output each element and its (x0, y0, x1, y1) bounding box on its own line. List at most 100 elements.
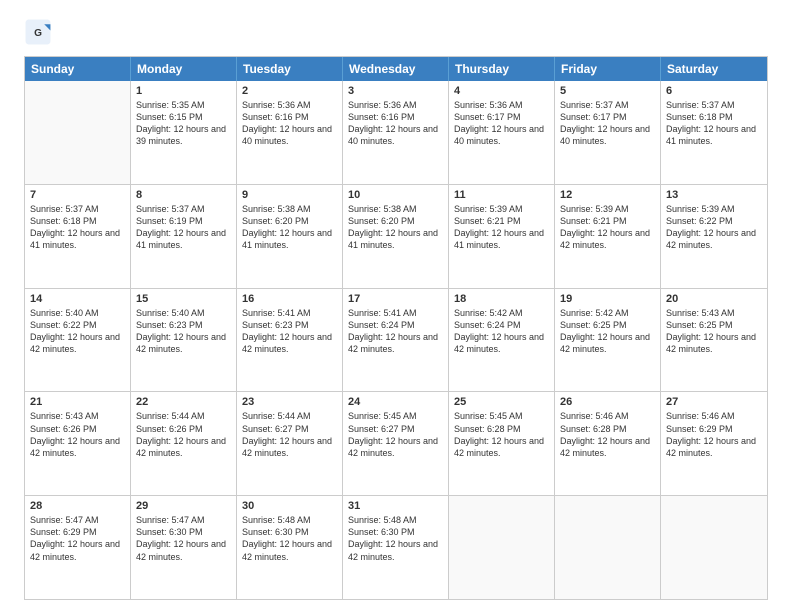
day-number: 25 (454, 396, 549, 408)
day-number: 13 (666, 189, 762, 201)
day-details: Sunrise: 5:41 AMSunset: 6:23 PMDaylight:… (242, 307, 337, 356)
day-number: 23 (242, 396, 337, 408)
empty-cell-4-5 (555, 496, 661, 599)
logo-icon: G (24, 18, 52, 46)
day-details: Sunrise: 5:36 AMSunset: 6:17 PMDaylight:… (454, 99, 549, 148)
logo: G (24, 18, 56, 46)
day-details: Sunrise: 5:39 AMSunset: 6:21 PMDaylight:… (454, 203, 549, 252)
week-row-1: 1Sunrise: 5:35 AMSunset: 6:15 PMDaylight… (25, 81, 767, 185)
day-number: 31 (348, 500, 443, 512)
day-cell-16: 16Sunrise: 5:41 AMSunset: 6:23 PMDayligh… (237, 289, 343, 392)
day-number: 6 (666, 85, 762, 97)
day-number: 22 (136, 396, 231, 408)
day-number: 26 (560, 396, 655, 408)
day-cell-2: 2 Sunrise: 5:36 AMSunset: 6:16 PMDaylight… (237, 81, 343, 184)
day-cell-14: 14 Sunrise: 5:40 AMSunset: 6:22 PMDayligh… (25, 289, 131, 392)
day-details: Sunrise: 5:40 AMSunset: 6:22 PMDaylight:… (30, 307, 125, 356)
day-details: Sunrise: 5:44 AMSunset: 6:27 PMDaylight:… (242, 410, 337, 459)
day-number: 9 (242, 189, 337, 201)
week-row-3: 14 Sunrise: 5:40 AMSunset: 6:22 PMDayligh… (25, 289, 767, 393)
day-number: 2 (242, 85, 337, 97)
day-cell-22: 22 Sunrise: 5:44 AMSunset: 6:26 PMDayligh… (131, 392, 237, 495)
day-number: 30 (242, 500, 337, 512)
day-details: Sunrise: 5:36 AMSunset: 6:16 PMDaylight:… (242, 99, 337, 148)
day-details: Sunrise: 5:37 AMSunset: 6:19 PMDaylight:… (136, 203, 231, 252)
day-cell-31: 31 Sunrise: 5:48 AMSunset: 6:30 PMDayligh… (343, 496, 449, 599)
day-cell-29: 29 Sunrise: 5:47 AMSunset: 6:30 PMDayligh… (131, 496, 237, 599)
day-cell-18: 18 Sunrise: 5:42 AMSunset: 6:24 PMDayligh… (449, 289, 555, 392)
day-details: Sunrise: 5:43 AMSunset: 6:26 PMDaylight:… (30, 410, 125, 459)
day-number: 29 (136, 500, 231, 512)
day-details: Sunrise: 5:47 AMSunset: 6:29 PMDaylight:… (30, 514, 125, 563)
day-number: 20 (666, 293, 762, 305)
day-cell-24: 24 Sunrise: 5:45 AMSunset: 6:27 PMDayligh… (343, 392, 449, 495)
day-cell-9: 9 Sunrise: 5:38 AMSunset: 6:20 PMDaylight… (237, 185, 343, 288)
day-number: 11 (454, 189, 549, 201)
empty-cell-4-6 (661, 496, 767, 599)
day-number: 14 (30, 293, 125, 305)
day-cell-20: 20 Sunrise: 5:43 AMSunset: 6:25 PMDayligh… (661, 289, 767, 392)
header-day-monday: Monday (131, 57, 237, 81)
day-cell-12: 12 Sunrise: 5:39 AMSunset: 6:21 PMDayligh… (555, 185, 661, 288)
header: G (24, 18, 768, 46)
day-details: Sunrise: 5:40 AMSunset: 6:23 PMDaylight:… (136, 307, 231, 356)
week-row-2: 7 Sunrise: 5:37 AMSunset: 6:18 PMDaylight… (25, 185, 767, 289)
day-details: Sunrise: 5:45 AMSunset: 6:28 PMDaylight:… (454, 410, 549, 459)
calendar: SundayMondayTuesdayWednesdayThursdayFrid… (24, 56, 768, 600)
header-day-tuesday: Tuesday (237, 57, 343, 81)
day-cell-3: 3Sunrise: 5:36 AMSunset: 6:16 PMDaylight… (343, 81, 449, 184)
day-cell-5: 5 Sunrise: 5:37 AMSunset: 6:17 PMDaylight… (555, 81, 661, 184)
day-number: 19 (560, 293, 655, 305)
day-cell-7: 7 Sunrise: 5:37 AMSunset: 6:18 PMDaylight… (25, 185, 131, 288)
day-number: 5 (560, 85, 655, 97)
day-number: 4 (454, 85, 549, 97)
header-day-friday: Friday (555, 57, 661, 81)
day-cell-17: 17Sunrise: 5:41 AMSunset: 6:24 PMDayligh… (343, 289, 449, 392)
week-row-4: 21Sunrise: 5:43 AMSunset: 6:26 PMDayligh… (25, 392, 767, 496)
day-cell-25: 25 Sunrise: 5:45 AMSunset: 6:28 PMDayligh… (449, 392, 555, 495)
day-cell-15: 15Sunrise: 5:40 AMSunset: 6:23 PMDayligh… (131, 289, 237, 392)
day-details: Sunrise: 5:45 AMSunset: 6:27 PMDaylight:… (348, 410, 443, 459)
day-details: Sunrise: 5:48 AMSunset: 6:30 PMDaylight:… (242, 514, 337, 563)
day-details: Sunrise: 5:46 AMSunset: 6:29 PMDaylight:… (666, 410, 762, 459)
day-details: Sunrise: 5:39 AMSunset: 6:21 PMDaylight:… (560, 203, 655, 252)
day-number: 28 (30, 500, 125, 512)
day-number: 10 (348, 189, 443, 201)
day-cell-8: 8 Sunrise: 5:37 AMSunset: 6:19 PMDaylight… (131, 185, 237, 288)
week-row-5: 28 Sunrise: 5:47 AMSunset: 6:29 PMDayligh… (25, 496, 767, 599)
day-details: Sunrise: 5:44 AMSunset: 6:26 PMDaylight:… (136, 410, 231, 459)
day-details: Sunrise: 5:43 AMSunset: 6:25 PMDaylight:… (666, 307, 762, 356)
day-details: Sunrise: 5:46 AMSunset: 6:28 PMDaylight:… (560, 410, 655, 459)
day-details: Sunrise: 5:47 AMSunset: 6:30 PMDaylight:… (136, 514, 231, 563)
day-cell-10: 10 Sunrise: 5:38 AMSunset: 6:20 PMDayligh… (343, 185, 449, 288)
day-details: Sunrise: 5:48 AMSunset: 6:30 PMDaylight:… (348, 514, 443, 563)
day-cell-23: 23 Sunrise: 5:44 AMSunset: 6:27 PMDayligh… (237, 392, 343, 495)
empty-cell-0-0 (25, 81, 131, 184)
calendar-body: 1Sunrise: 5:35 AMSunset: 6:15 PMDaylight… (25, 81, 767, 599)
day-details: Sunrise: 5:41 AMSunset: 6:24 PMDaylight:… (348, 307, 443, 356)
day-number: 8 (136, 189, 231, 201)
page: G SundayMondayTuesdayWednesdayThursdayFr… (0, 0, 792, 612)
header-day-wednesday: Wednesday (343, 57, 449, 81)
day-cell-1: 1Sunrise: 5:35 AMSunset: 6:15 PMDaylight… (131, 81, 237, 184)
calendar-header: SundayMondayTuesdayWednesdayThursdayFrid… (25, 57, 767, 81)
header-day-thursday: Thursday (449, 57, 555, 81)
day-number: 3 (348, 85, 443, 97)
day-number: 7 (30, 189, 125, 201)
day-details: Sunrise: 5:38 AMSunset: 6:20 PMDaylight:… (348, 203, 443, 252)
day-details: Sunrise: 5:37 AMSunset: 6:18 PMDaylight:… (30, 203, 125, 252)
day-cell-30: 30 Sunrise: 5:48 AMSunset: 6:30 PMDayligh… (237, 496, 343, 599)
day-cell-13: 13Sunrise: 5:39 AMSunset: 6:22 PMDayligh… (661, 185, 767, 288)
day-cell-19: 19 Sunrise: 5:42 AMSunset: 6:25 PMDayligh… (555, 289, 661, 392)
day-details: Sunrise: 5:38 AMSunset: 6:20 PMDaylight:… (242, 203, 337, 252)
day-details: Sunrise: 5:42 AMSunset: 6:25 PMDaylight:… (560, 307, 655, 356)
day-number: 24 (348, 396, 443, 408)
day-cell-26: 26 Sunrise: 5:46 AMSunset: 6:28 PMDayligh… (555, 392, 661, 495)
day-number: 1 (136, 85, 231, 97)
day-number: 18 (454, 293, 549, 305)
day-details: Sunrise: 5:42 AMSunset: 6:24 PMDaylight:… (454, 307, 549, 356)
day-details: Sunrise: 5:37 AMSunset: 6:17 PMDaylight:… (560, 99, 655, 148)
day-cell-21: 21Sunrise: 5:43 AMSunset: 6:26 PMDayligh… (25, 392, 131, 495)
day-number: 12 (560, 189, 655, 201)
day-cell-4: 4 Sunrise: 5:36 AMSunset: 6:17 PMDaylight… (449, 81, 555, 184)
